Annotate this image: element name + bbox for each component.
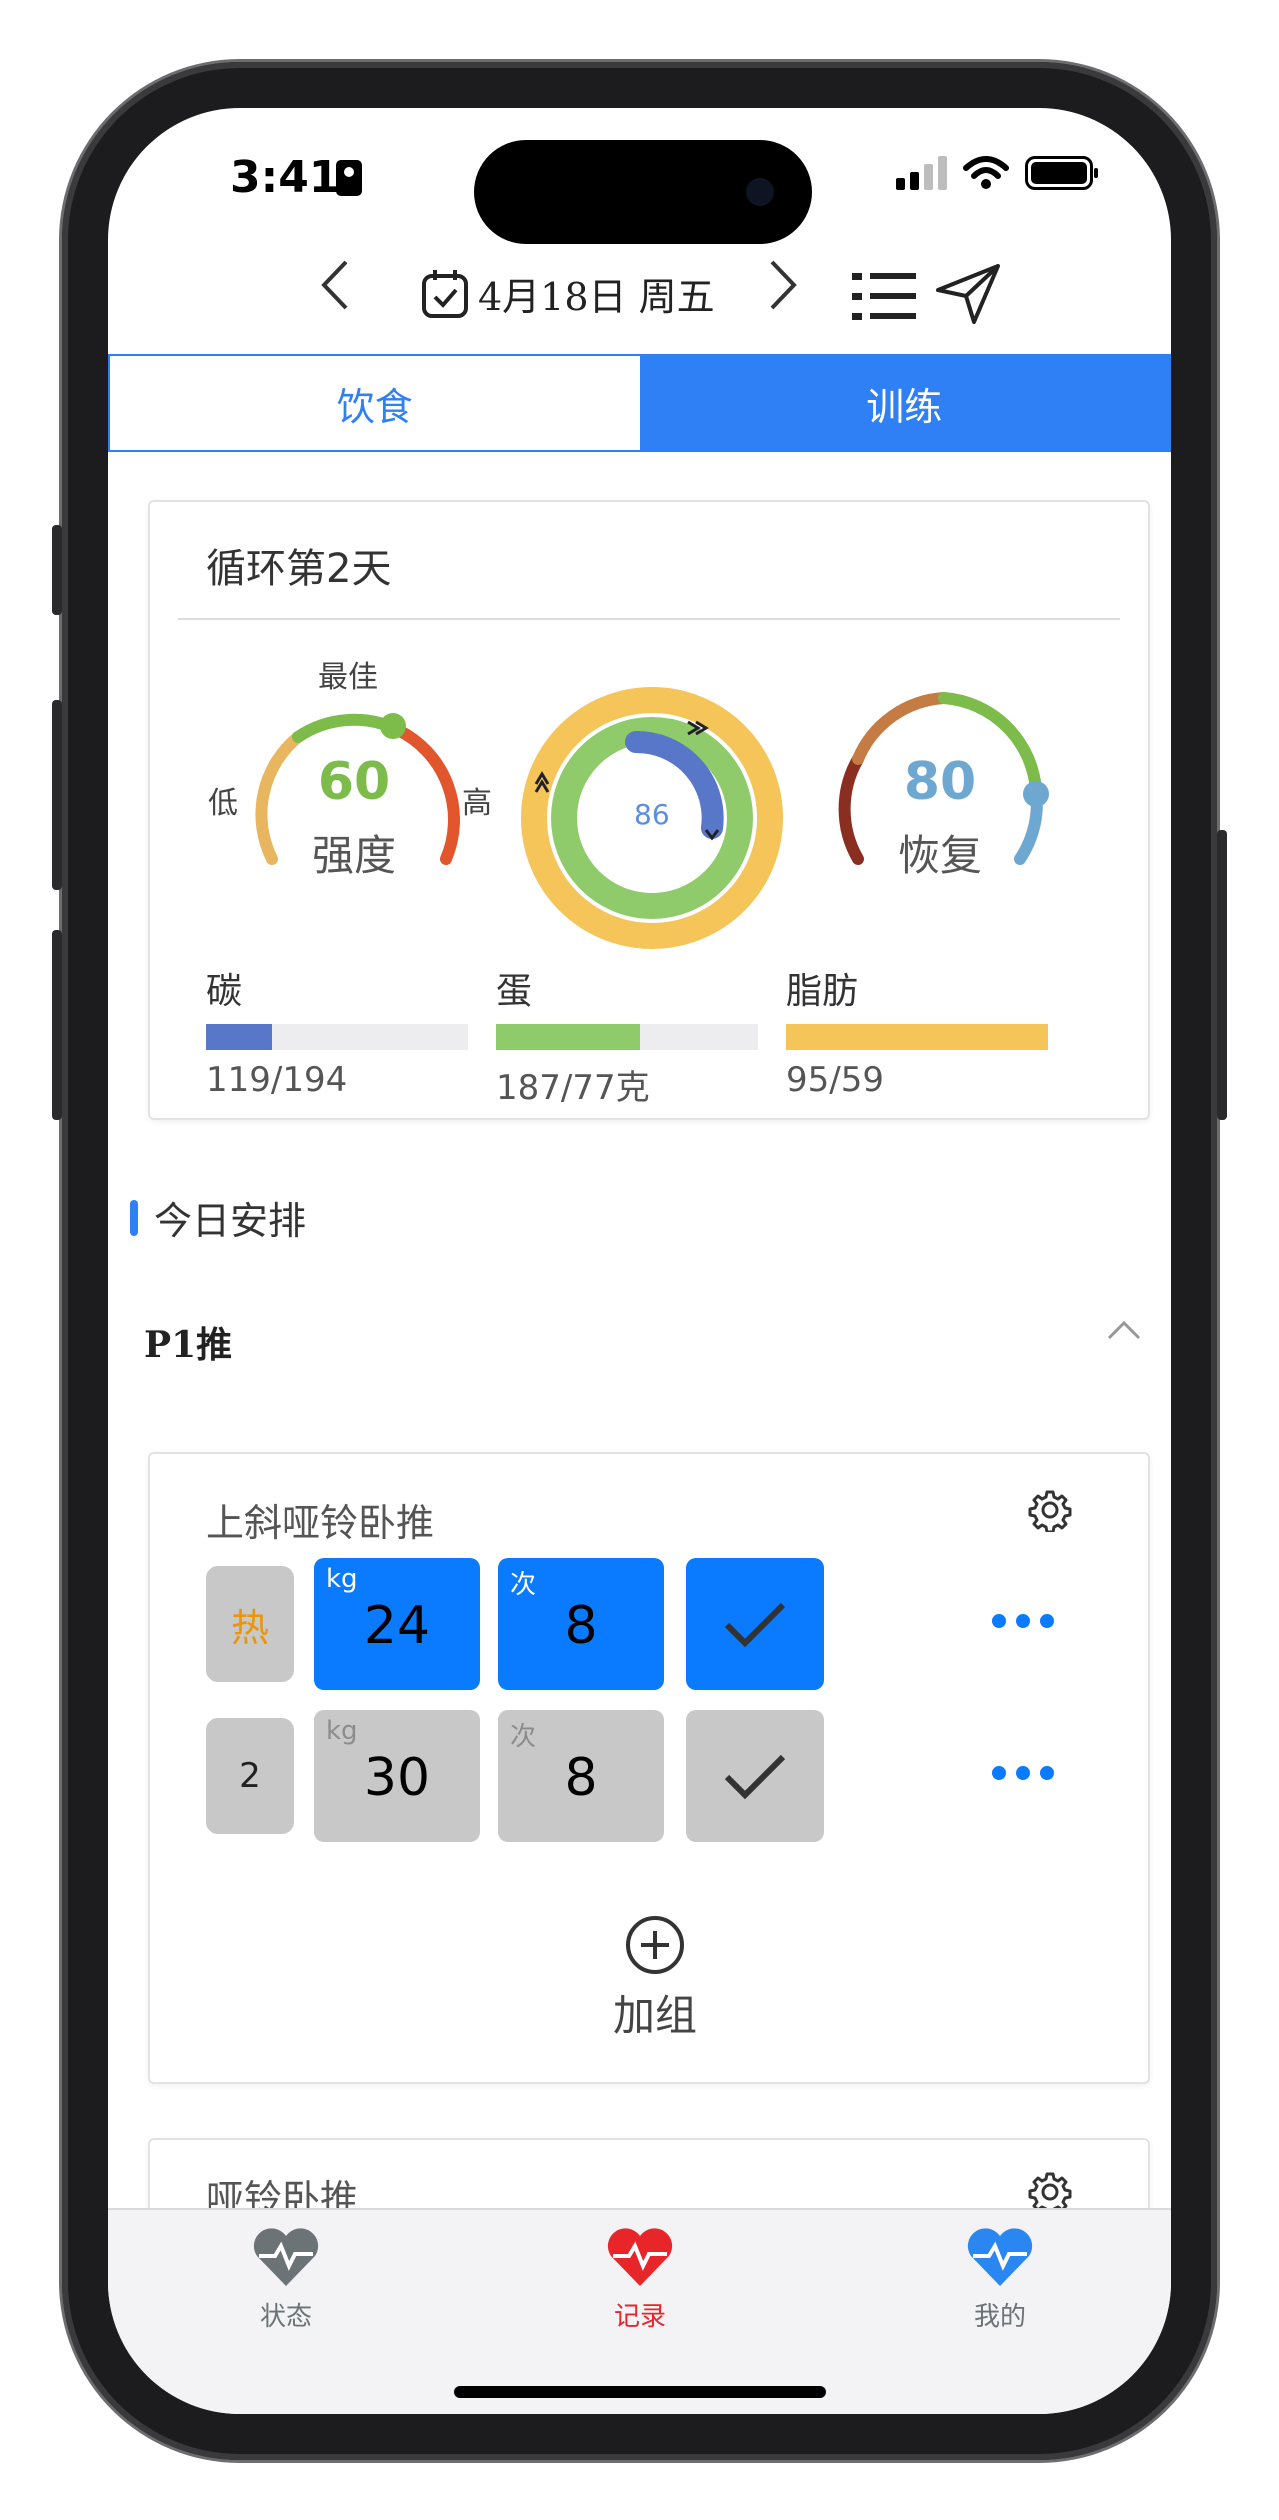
recovery-value: 80 [903,752,977,812]
macro-value: 95/59 [786,1060,884,1100]
tab-training[interactable]: 训练 [639,356,1169,450]
weight-value: 30 [363,1748,431,1808]
complete-set-button[interactable] [686,1558,824,1690]
chevron-up-icon[interactable] [1106,1318,1142,1342]
heart-pulse-icon [253,2228,319,2286]
more-options-button[interactable] [992,1614,1054,1628]
tab-label: 状态 [259,2302,312,2332]
reps-value: 8 [564,1596,598,1656]
plus-circle-icon [626,1916,684,1974]
schedule-section-header: 今日安排 [130,1190,306,1245]
cycle-title: 循环第2天 [206,546,392,592]
macro-name: 碳 [206,971,243,1012]
reps-input[interactable]: 次 8 [498,1558,664,1690]
weight-input[interactable]: kg 24 [314,1558,480,1690]
plan-title[interactable]: P1推 [144,1316,232,1368]
volume-down-button [52,930,62,1120]
set-number-tag[interactable]: 2 [206,1718,294,1834]
more-options-button[interactable] [992,1766,1054,1780]
warmup-set-tag[interactable]: 热 [206,1566,294,1682]
section-title: 今日安排 [154,1199,307,1243]
volume-up-button [52,700,62,890]
camera-icon [746,178,774,206]
macro-name: 蛋 [496,971,533,1012]
macro-fat: 脂肪 95/59 [786,962,1048,1100]
battery-icon [1025,156,1098,190]
intensity-best-label: 最佳 [318,660,378,695]
macro-progress-bar [786,1024,1048,1050]
signal-icon [896,156,947,190]
status-icons [896,156,1098,190]
divider [178,618,1120,620]
dynamic-island [474,140,812,244]
action-button [52,525,62,615]
id-card-icon [336,160,362,196]
checkmark-icon [724,1602,786,1648]
tab-record[interactable]: 记录 [570,2226,710,2333]
macro-progress-bar [206,1024,468,1050]
heart-pulse-icon [967,2228,1033,2286]
add-set-label: 加组 [612,1991,697,2040]
bottom-tab-bar: 状态 记录 我的 [108,2208,1171,2414]
intensity-label: 强度 [311,831,396,880]
home-indicator [454,2386,826,2398]
reps-value: 8 [564,1748,598,1808]
gear-icon[interactable] [1028,1488,1072,1532]
weight-unit: kg [326,1716,358,1746]
intensity-high-label: 高 [462,786,492,821]
send-icon[interactable] [934,262,1002,326]
intensity-value: 60 [317,752,391,812]
section-marker [130,1199,138,1236]
weight-unit: kg [326,1564,358,1594]
date-label: 4月18日 周五 [478,275,715,319]
reps-input[interactable]: 次 8 [498,1710,664,1842]
date-navigation: 4月18日 周五 [108,248,1171,338]
weight-input[interactable]: kg 30 [314,1710,480,1842]
chevron-left-icon [321,260,348,310]
add-set-button[interactable]: 加组 [590,1914,720,2043]
macro-value: 119/194 [206,1060,348,1100]
macro-carbs: 碳 119/194 [206,962,468,1100]
screen: 3:41 4月18日 周五 饮食 训练 循环第2天 最佳 低 高 60 强度 8… [108,108,1171,2414]
macro-protein: 蛋 187/77克 [496,962,758,1109]
next-day-button[interactable] [766,258,800,325]
recovery-label: 恢复 [897,831,982,880]
checkmark-icon [724,1754,786,1800]
tab-mine[interactable]: 我的 [930,2226,1070,2333]
chevron-right-icon [770,260,797,310]
ring-value: 86 [634,798,670,831]
tab-label: 我的 [973,2302,1026,2332]
status-time: 3:41 [230,152,340,203]
wifi-icon [963,156,1009,189]
power-button [1217,830,1227,1120]
heart-pulse-icon [607,2228,673,2286]
macro-value: 187/77克 [496,1068,650,1108]
exercise-name: 上斜哑铃卧推 [206,1501,435,1545]
weight-value: 24 [363,1596,431,1656]
list-icon[interactable] [852,270,918,324]
cycle-summary-card: 循环第2天 最佳 低 高 60 强度 86 80 恢复 碳 119/194 蛋 … [148,500,1150,1120]
date-picker[interactable]: 4月18日 周五 [420,266,715,321]
prev-day-button[interactable] [318,258,352,325]
tab-status[interactable]: 状态 [216,2226,356,2333]
complete-set-button[interactable] [686,1710,824,1842]
tab-label: 记录 [613,2302,666,2332]
exercise-card: 上斜哑铃卧推 热 kg 24 次 8 2 kg 30 次 8 加组 [148,1452,1150,2084]
intensity-low-label: 低 [208,786,238,821]
macro-progress-bar [496,1024,758,1050]
mode-tabs: 饮食 训练 [108,354,1171,452]
macro-name: 脂肪 [786,971,859,1012]
calendar-check-icon [422,269,468,318]
tab-diet[interactable]: 饮食 [110,356,640,450]
